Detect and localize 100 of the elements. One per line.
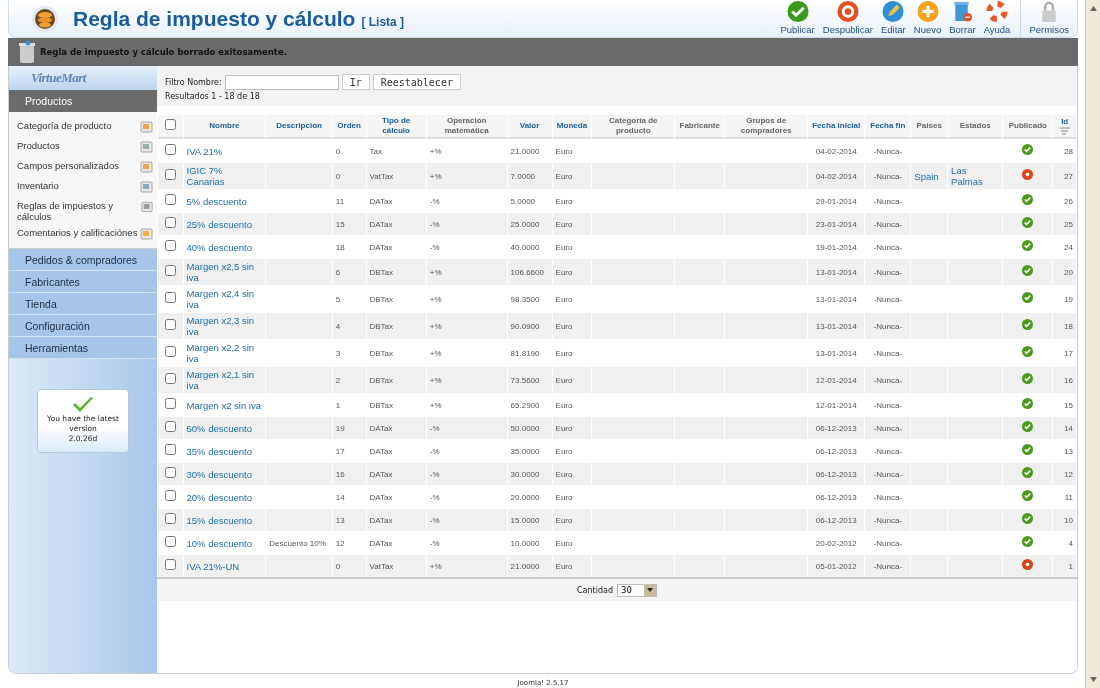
menu-section[interactable]: Pedidos & compradores [9,249,157,271]
menu-item[interactable]: Productos [17,140,153,155]
unpublished-icon[interactable] [1022,559,1034,570]
row-checkbox[interactable] [164,194,176,205]
published-icon[interactable] [1022,292,1034,303]
row-checkbox[interactable] [164,373,176,384]
table-cell: Euro [555,515,573,525]
filter-field[interactable] [224,74,339,90]
publish-button[interactable]: Publicar [776,0,819,38]
table-cell: 13-01-2014 [815,294,857,304]
rule-name-link[interactable]: Margen x2,1 sin iva [186,369,263,391]
menu-section[interactable]: Fabricantes [9,271,157,293]
row-checkbox[interactable] [164,217,176,228]
column-header[interactable]: Valor [507,115,552,139]
column-header[interactable]: Fecha fin [865,115,911,139]
rule-name-link[interactable]: IGIC 7% Canarias [186,165,263,187]
help-button[interactable]: Ayuda [979,0,1015,38]
menu-section[interactable]: Productos [9,90,157,112]
permissions-button[interactable]: Permisos [1020,0,1077,38]
published-icon[interactable] [1022,240,1034,251]
column-header[interactable]: Moneda [552,115,592,139]
published-icon[interactable] [1022,265,1034,276]
rule-name-link[interactable]: 10% descuento [186,537,263,549]
row-checkbox[interactable] [164,444,176,455]
menu-item[interactable]: Campos personalizados [17,160,153,175]
column-header[interactable]: Nombre [183,115,266,139]
rule-name-link[interactable]: Margen x2,2 sin iva [186,342,263,364]
scroll-up-icon[interactable] [1089,6,1097,11]
rule-name-link[interactable]: 40% descuento [186,241,263,253]
row-checkbox[interactable] [164,559,176,570]
published-icon[interactable] [1022,373,1034,384]
table-cell: 17 [335,446,345,456]
delete-button[interactable]: Borrar [945,0,980,38]
menu-section[interactable]: Configuración [9,315,157,337]
rule-name-link[interactable]: IVA 21% [186,145,263,157]
table-cell: -Nunca- [873,538,903,548]
published-icon[interactable] [1022,346,1034,357]
menu-item[interactable]: Inventario [17,180,153,195]
published-icon[interactable] [1022,536,1034,547]
column-header[interactable]: Tipo de cálculo [366,115,426,139]
published-icon[interactable] [1022,398,1034,409]
go-button[interactable]: Ir [341,74,370,90]
rule-name-link[interactable]: Margen x2,3 sin iva [186,315,263,337]
menu-section[interactable]: Tienda [9,293,157,315]
published-icon[interactable] [1022,513,1034,524]
row-checkbox[interactable] [164,319,176,330]
rule-name-link[interactable]: 50% descuento [186,422,263,434]
unpublished-icon[interactable] [1022,169,1034,180]
published-icon[interactable] [1022,217,1034,228]
rule-name-link[interactable]: Margen x2 sin iva [186,399,263,411]
new-button[interactable]: Nuevo [909,0,946,38]
table-cell: DBTax [369,348,394,358]
scroll-down-icon[interactable] [1089,677,1097,682]
menu-section[interactable]: Herramientas [9,337,157,359]
row-checkbox[interactable] [164,467,176,478]
state-link[interactable]: Las Palmas [951,165,1000,187]
column-header[interactable]: Id [1053,115,1076,139]
edit-button[interactable]: Editar [876,0,910,38]
published-icon[interactable] [1022,194,1034,205]
row-checkbox[interactable] [164,346,176,357]
rule-name-link[interactable]: 30% descuento [186,468,263,480]
table-cell: 06-12-2013 [815,515,857,525]
row-checkbox[interactable] [164,144,176,155]
published-icon[interactable] [1022,490,1034,501]
row-checkbox[interactable] [164,292,176,303]
table-cell: DATax [369,423,393,433]
published-icon[interactable] [1022,319,1034,330]
rule-name-link[interactable]: 25% descuento [186,218,263,230]
reset-button[interactable]: Reestablecer [372,74,461,90]
quantity-select[interactable]: 30 [617,583,657,597]
menu-item[interactable]: Categoría de producto [17,120,153,135]
row-checkbox[interactable] [164,398,176,409]
select-all-checkbox[interactable] [164,119,176,130]
country-link[interactable]: Spain [914,170,945,182]
rule-name-link[interactable]: Margen x2,4 sin iva [186,288,263,310]
column-header[interactable]: Fecha inicial [808,115,865,139]
menu-item[interactable]: Reglas de impuestos y cálculos [17,200,153,222]
row-checkbox[interactable] [164,490,176,501]
published-icon[interactable] [1022,144,1034,155]
rule-name-link[interactable]: 15% descuento [186,514,263,526]
menu-item[interactable]: Comentarios y calificaciónes [17,227,153,242]
published-icon[interactable] [1022,421,1034,432]
rule-name-link[interactable]: IVA 21%-UN [186,560,263,572]
row-checkbox[interactable] [164,513,176,524]
row-checkbox[interactable] [164,240,176,251]
rule-name-link[interactable]: 20% descuento [186,491,263,503]
rule-name-link[interactable]: Margen x2,5 sin iva [186,261,263,283]
row-checkbox[interactable] [164,265,176,276]
scrollbar[interactable] [1085,0,1100,688]
row-checkbox[interactable] [164,536,176,547]
row-checkbox[interactable] [164,421,176,432]
column-header[interactable]: Orden [332,115,366,139]
rule-name-link[interactable]: 5% descuento [186,195,263,207]
table-cell: +% [429,321,442,331]
column-header[interactable]: Descripción [266,115,332,139]
published-icon[interactable] [1022,444,1034,455]
rule-name-link[interactable]: 35% descuento [186,445,263,457]
unpublish-button[interactable]: Despublicar [818,0,877,38]
row-checkbox[interactable] [164,169,176,180]
published-icon[interactable] [1022,467,1034,478]
